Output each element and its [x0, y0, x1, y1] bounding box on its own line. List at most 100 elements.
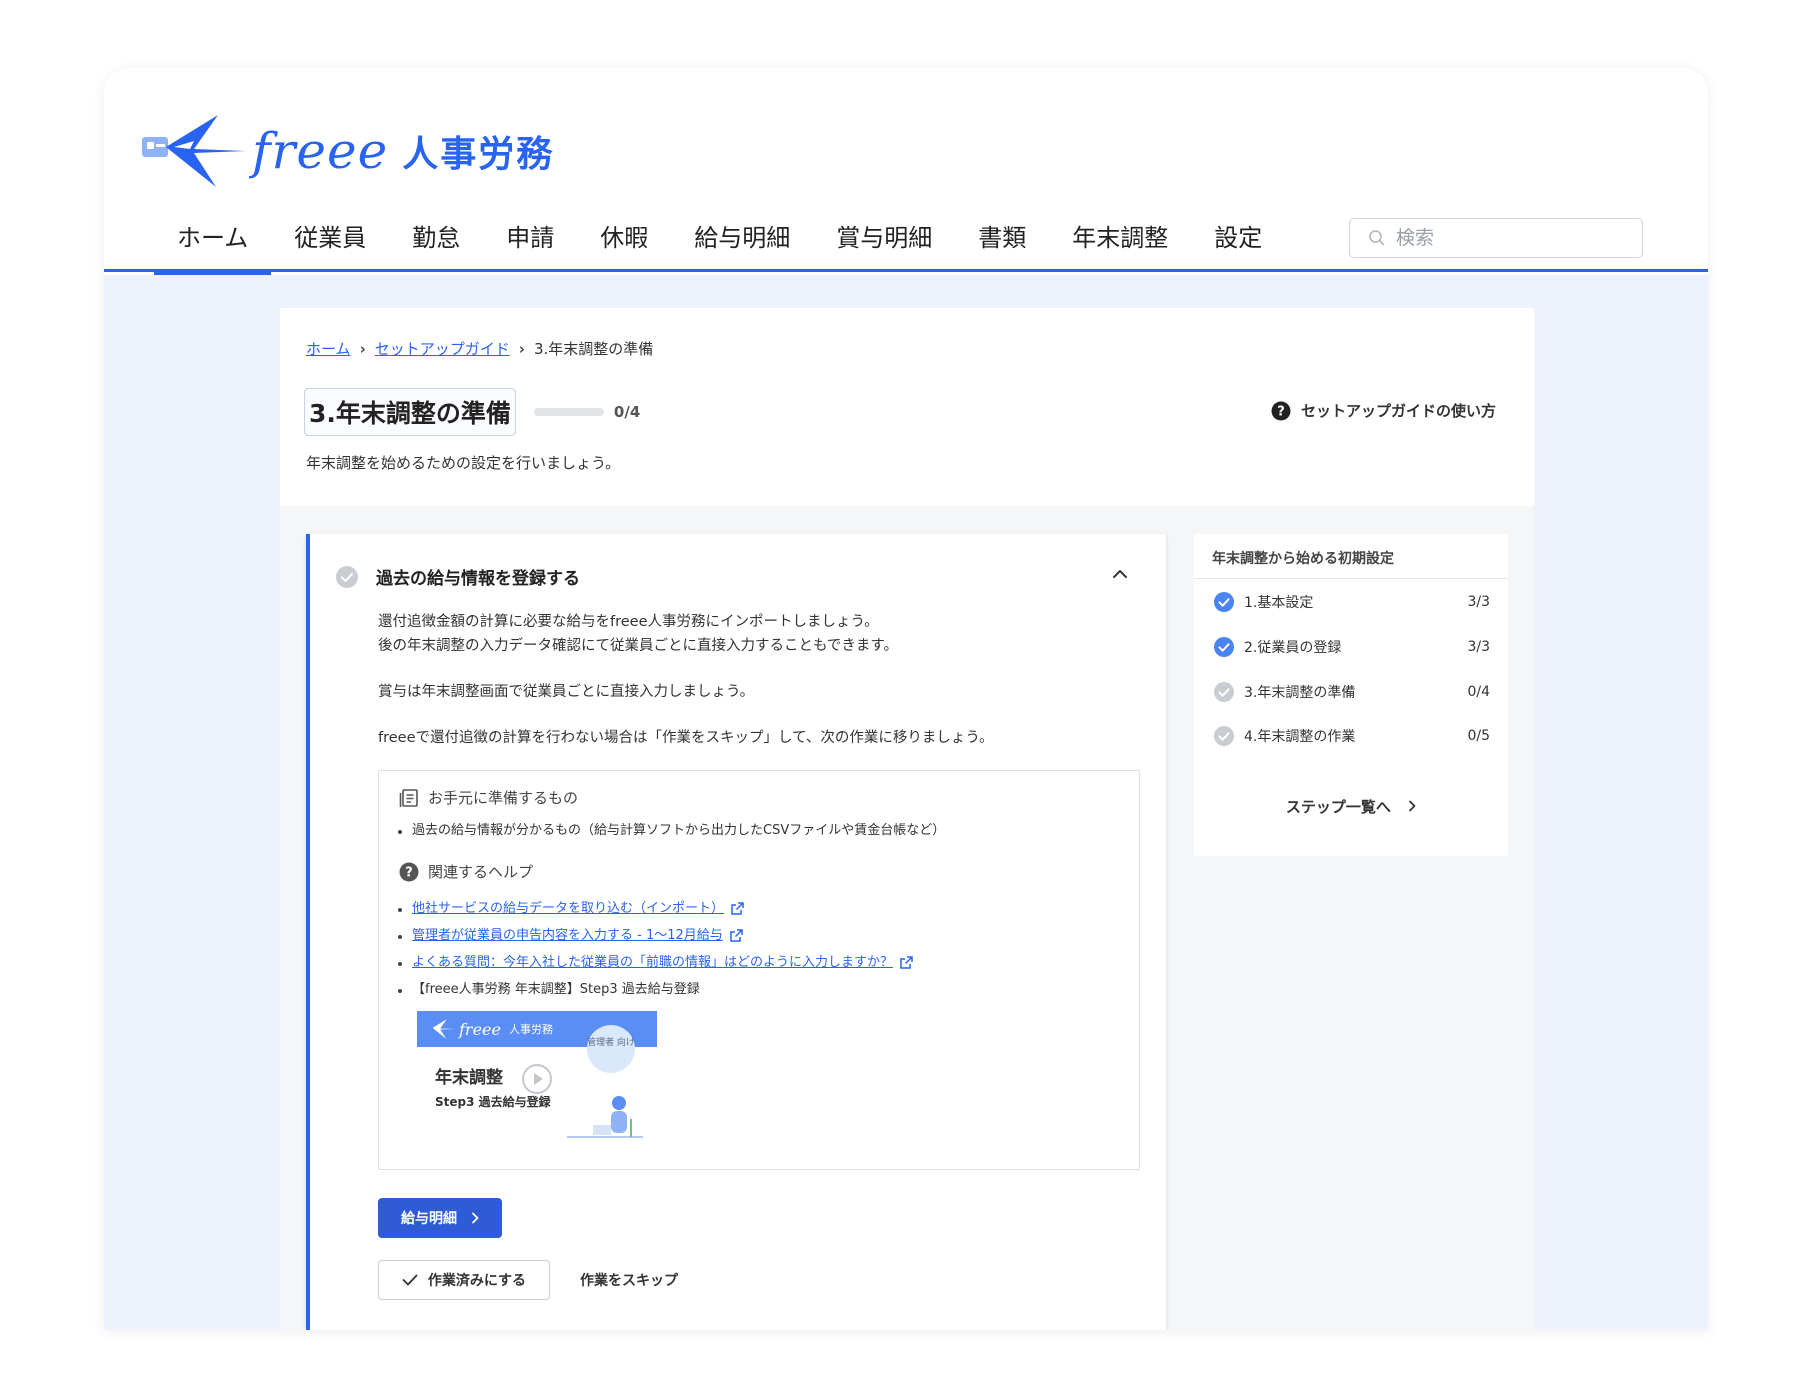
divider	[1194, 578, 1508, 579]
mark-done-button[interactable]: 作業済みにする	[378, 1260, 550, 1300]
logo-wordmark: freee	[252, 122, 389, 180]
task-text-line: 還付追徴金額の計算に必要な給与をfreee人事労務にインポートしましょう。	[378, 614, 879, 630]
setup-guide-help-link[interactable]: ? セットアップガイドの使い方	[1271, 400, 1496, 421]
sidebar-title: 年末調整から始める初期設定	[1212, 551, 1394, 567]
list-item: 【freee人事労務 年末調整】Step3 過去給与登録	[397, 980, 914, 1007]
mark-done-label: 作業済みにする	[427, 1273, 527, 1289]
prepare-heading-label: お手元に準備するもの	[428, 789, 579, 807]
check-circle-icon	[1214, 682, 1234, 702]
step-item-basic-settings[interactable]: 1.基本設定 3/3	[1214, 592, 1490, 612]
nav-employees[interactable]: 従業員	[271, 216, 389, 272]
breadcrumb: ホーム › セットアップガイド › 3.年末調整の準備	[306, 338, 653, 359]
nav-requests[interactable]: 申請	[483, 216, 577, 272]
nav-leave[interactable]: 休暇	[577, 216, 671, 272]
list-item: 過去の給与情報が分かるもの（給与計算ソフトから出力したCSVファイルや賃金台帳な…	[397, 821, 945, 848]
app-window: freee 人事労務 ホーム 従業員 勤怠 申請 休暇 給与明細 賞与明細 書類…	[104, 68, 1708, 1330]
video-audience-badge: 管理者 向け	[587, 1025, 635, 1073]
brand-bird-icon	[142, 115, 246, 187]
step-label: 2.従業員の登録	[1244, 640, 1342, 656]
breadcrumb-setup-guide[interactable]: セットアップガイド	[375, 338, 510, 359]
help-link-admin-input[interactable]: 管理者が従業員の申告内容を入力する - 1〜12月給与	[412, 928, 723, 943]
nav-payslips[interactable]: 給与明細	[671, 216, 813, 272]
step-count: 0/4	[1467, 684, 1490, 700]
external-link-icon[interactable]	[899, 955, 914, 970]
page-header: ホーム › セットアップガイド › 3.年末調整の準備 3.年末調整の準備 0/…	[280, 308, 1534, 506]
step-label: 3.年末調整の準備	[1244, 685, 1356, 701]
breadcrumb-current: 3.年末調整の準備	[533, 340, 654, 358]
list-item: 管理者が従業員の申告内容を入力する - 1〜12月給与	[397, 926, 914, 953]
logo[interactable]: freee 人事労務	[138, 106, 554, 196]
payslip-button[interactable]: 給与明細	[378, 1198, 502, 1238]
task-text-line: freeeで還付追徴の計算を行わない場合は「作業をスキップ」して、次の作業に移り…	[378, 730, 994, 746]
nav-year-end[interactable]: 年末調整	[1049, 216, 1191, 272]
video-subtitle: Step3 過去給与登録	[435, 1095, 551, 1109]
task-text-line: 後の年末調整の入力データ確認にて従業員ごとに直接入力することもできます。	[378, 638, 898, 654]
external-link-icon[interactable]	[729, 928, 744, 943]
video-thumbnail[interactable]: freee 人事労務 管理者 向け 年末調整 Step3 過去給与登録	[417, 1011, 657, 1141]
help-link-label: セットアップガイドの使い方	[1300, 402, 1496, 420]
payslip-button-label: 給与明細	[401, 1211, 457, 1227]
video-title: 年末調整	[435, 1068, 503, 1088]
page-description: 年末調整を始めるための設定を行いましょう。	[306, 454, 621, 472]
search-box[interactable]	[1349, 218, 1643, 258]
help-link-import[interactable]: 他社サービスの給与データを取り込む（インポート）	[412, 901, 724, 916]
nav-attendance[interactable]: 勤怠	[389, 216, 483, 272]
step-item-employee-registration[interactable]: 2.従業員の登録 3/3	[1214, 637, 1490, 657]
video-brand-sub: 人事労務	[508, 1023, 553, 1036]
video-brand: freee	[459, 1019, 501, 1039]
skip-task-link[interactable]: 作業をスキップ	[580, 1270, 678, 1290]
task-title: 過去の給与情報を登録する	[376, 569, 580, 589]
chevron-right-icon	[1409, 800, 1416, 812]
info-box: お手元に準備するもの 過去の給与情報が分かるもの（給与計算ソフトから出力したCS…	[378, 770, 1140, 1170]
person-illustration-icon	[567, 1096, 643, 1138]
task-card: 過去の給与情報を登録する 還付追徴金額の計算に必要な給与をfreee人事労務にイ…	[306, 534, 1166, 1330]
step-count: 3/3	[1467, 594, 1490, 610]
all-steps-label: ステップ一覧へ	[1285, 798, 1391, 816]
prepare-list: 過去の給与情報が分かるもの（給与計算ソフトから出力したCSVファイルや賃金台帳な…	[397, 821, 945, 848]
help-heading: ? 関連するヘルプ	[399, 861, 533, 882]
app-header: freee 人事労務 ホーム 従業員 勤怠 申請 休暇 給与明細 賞与明細 書類…	[104, 68, 1708, 275]
task-text-line: 賞与は年末調整画面で従業員ごとに直接入力しましょう。	[378, 684, 755, 700]
check-circle-icon	[336, 565, 358, 588]
list-item: よくある質問：今年入社した従業員の「前職の情報」はどのように入力しますか？	[397, 953, 914, 980]
progress-count: 0/4	[613, 403, 641, 421]
chevron-right-icon	[472, 1212, 479, 1224]
svg-text:?: ?	[405, 865, 413, 880]
list-item: 他社サービスの給与データを取り込む（インポート）	[397, 899, 914, 926]
check-circle-icon	[1214, 726, 1234, 746]
breadcrumb-home[interactable]: ホーム	[306, 338, 351, 359]
step-label: 1.基本設定	[1244, 595, 1314, 611]
chevron-up-icon[interactable]	[1112, 568, 1128, 580]
help-link-faq[interactable]: よくある質問：今年入社した従業員の「前職の情報」はどのように入力しますか？	[412, 955, 893, 970]
title-row: 3.年末調整の準備 0/4	[304, 388, 640, 436]
breadcrumb-separator: ›	[359, 339, 366, 358]
step-item-year-end-work[interactable]: 4.年末調整の作業 0/5	[1214, 726, 1490, 746]
document-icon	[399, 788, 418, 807]
check-circle-icon	[1214, 592, 1234, 612]
nav-documents[interactable]: 書類	[955, 216, 1049, 272]
setup-guide-panel: ホーム › セットアップガイド › 3.年末調整の準備 3.年末調整の準備 0/…	[280, 308, 1534, 1330]
search-icon	[1369, 230, 1385, 246]
nav-settings[interactable]: 設定	[1191, 216, 1285, 272]
page-title: 3.年末調整の準備	[304, 388, 516, 436]
check-circle-icon	[1214, 637, 1234, 657]
nav-bonus-slips[interactable]: 賞与明細	[813, 216, 955, 272]
progress-bar	[533, 408, 604, 416]
step-count: 3/3	[1467, 639, 1490, 655]
search-input[interactable]	[1394, 226, 1624, 250]
all-steps-link[interactable]: ステップ一覧へ	[1194, 796, 1508, 817]
task-description: 還付追徴金額の計算に必要な給与をfreee人事労務にインポートしましょう。 後の…	[378, 610, 1128, 772]
checkmark-icon	[402, 1274, 418, 1286]
help-links-list: 他社サービスの給与データを取り込む（インポート） 管理者が従業員の申告内容を入力…	[397, 899, 914, 1007]
breadcrumb-separator: ›	[518, 339, 525, 358]
question-circle-icon: ?	[399, 862, 419, 881]
nav-home[interactable]: ホーム	[154, 216, 272, 275]
question-circle-icon: ?	[1271, 401, 1291, 420]
brand-bird-icon	[432, 1019, 455, 1039]
logo-product-name: 人事労務	[402, 134, 555, 175]
step-count: 0/5	[1467, 728, 1490, 744]
step-item-year-end-prep[interactable]: 3.年末調整の準備 0/4	[1214, 682, 1490, 702]
external-link-icon[interactable]	[730, 901, 745, 916]
play-icon	[522, 1064, 552, 1094]
task-header[interactable]: 過去の給与情報を登録する	[336, 564, 580, 589]
